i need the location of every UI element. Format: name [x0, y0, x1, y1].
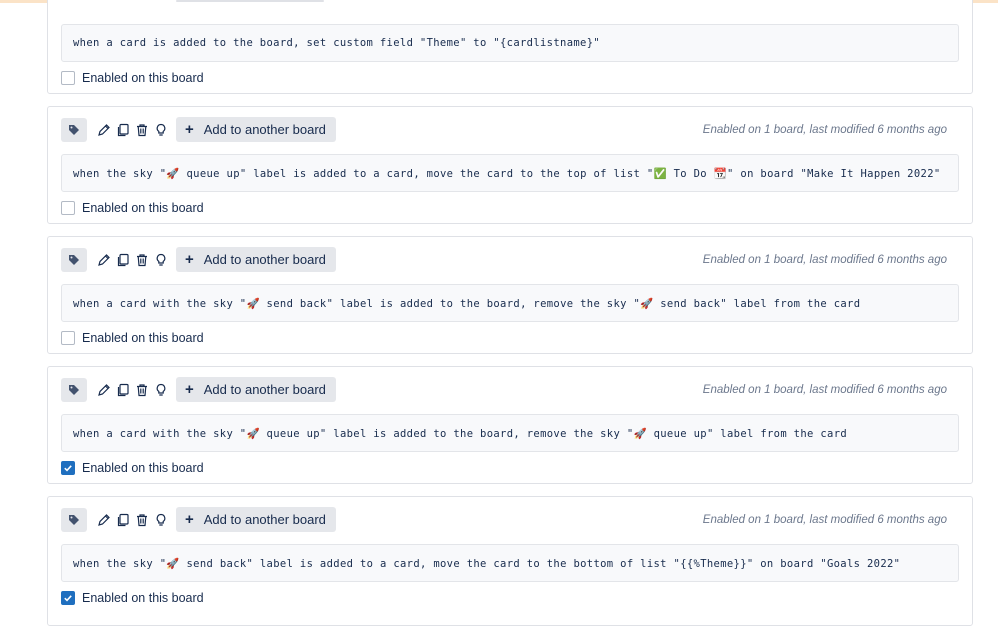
- enable-checkbox[interactable]: [61, 201, 75, 215]
- trash-icon: [136, 253, 147, 266]
- plus-icon: +: [185, 251, 194, 268]
- rule-text: when a card is added to the board, set c…: [61, 24, 959, 62]
- rule-toolbar: + Add to another board: [61, 117, 336, 142]
- rule-meta: Enabled on 1 board, last modified 6 mont…: [702, 254, 947, 266]
- enable-toggle[interactable]: Enabled on this board: [61, 331, 204, 345]
- checkmark-icon: [64, 595, 72, 602]
- enable-checkbox[interactable]: [61, 461, 75, 475]
- add-to-another-board-button[interactable]: + Add to another board: [176, 117, 336, 142]
- delete-button[interactable]: [132, 380, 151, 400]
- add-to-another-board-button[interactable]: + Add to another board: [176, 377, 336, 402]
- rule-text: when the sky "🚀 queue up" label is added…: [61, 154, 959, 192]
- enable-label: Enabled on this board: [82, 461, 204, 475]
- suggest-button[interactable]: [151, 120, 170, 140]
- edit-button[interactable]: [94, 250, 113, 270]
- rule-card: + Add to another board Enabled on 1 boar…: [47, 496, 973, 626]
- enable-label: Enabled on this board: [82, 331, 204, 345]
- partial-toolbar-edge: [176, 0, 324, 2]
- lightbulb-icon: [156, 383, 165, 396]
- rule-toolbar: + Add to another board: [61, 377, 336, 402]
- delete-button[interactable]: [132, 120, 151, 140]
- edit-button[interactable]: [94, 380, 113, 400]
- lightbulb-icon: [156, 513, 165, 526]
- edit-icon: [97, 123, 110, 136]
- add-to-another-board-button[interactable]: + Add to another board: [176, 507, 336, 532]
- edit-button[interactable]: [94, 120, 113, 140]
- trash-icon: [136, 513, 147, 526]
- rule-toolbar: + Add to another board: [61, 247, 336, 272]
- copy-button[interactable]: [113, 380, 132, 400]
- copy-icon: [117, 253, 129, 266]
- tag-icon: [69, 254, 79, 265]
- add-to-another-board-button[interactable]: + Add to another board: [176, 247, 336, 272]
- trash-icon: [136, 123, 147, 136]
- trash-icon: [136, 383, 147, 396]
- copy-icon: [117, 123, 129, 136]
- enable-toggle[interactable]: Enabled on this board: [61, 591, 204, 605]
- rule-meta: Enabled on 1 board, last modified 6 mont…: [702, 124, 947, 136]
- plus-icon: +: [185, 121, 194, 138]
- enable-checkbox[interactable]: [61, 71, 75, 85]
- suggest-button[interactable]: [151, 250, 170, 270]
- suggest-button[interactable]: [151, 510, 170, 530]
- enable-label: Enabled on this board: [82, 71, 204, 85]
- enable-label: Enabled on this board: [82, 201, 204, 215]
- lightbulb-icon: [156, 123, 165, 136]
- copy-button[interactable]: [113, 510, 132, 530]
- tag-button[interactable]: [61, 377, 87, 402]
- add-button-label: Add to another board: [203, 122, 326, 137]
- enable-toggle[interactable]: Enabled on this board: [61, 201, 204, 215]
- add-button-label: Add to another board: [203, 252, 326, 267]
- add-button-label: Add to another board: [203, 512, 326, 527]
- rule-toolbar: + Add to another board: [61, 507, 336, 532]
- tag-icon: [69, 124, 79, 135]
- plus-icon: +: [185, 381, 194, 398]
- suggest-button[interactable]: [151, 380, 170, 400]
- enable-label: Enabled on this board: [82, 591, 204, 605]
- copy-icon: [117, 513, 129, 526]
- enable-checkbox[interactable]: [61, 331, 75, 345]
- enable-toggle[interactable]: Enabled on this board: [61, 461, 204, 475]
- tag-icon: [69, 384, 79, 395]
- rule-card-partial: when a card is added to the board, set c…: [47, 0, 973, 94]
- tag-button[interactable]: [61, 247, 87, 272]
- copy-icon: [117, 383, 129, 396]
- tag-button[interactable]: [61, 117, 87, 142]
- add-button-label: Add to another board: [203, 382, 326, 397]
- edit-icon: [97, 253, 110, 266]
- delete-button[interactable]: [132, 250, 151, 270]
- rule-card: + Add to another board Enabled on 1 boar…: [47, 366, 973, 484]
- plus-icon: +: [185, 511, 194, 528]
- rule-text: when a card with the sky "🚀 send back" l…: [61, 284, 959, 322]
- enable-toggle[interactable]: Enabled on this board: [61, 71, 204, 85]
- rule-text: when the sky "🚀 send back" label is adde…: [61, 544, 959, 582]
- edit-icon: [97, 383, 110, 396]
- delete-button[interactable]: [132, 510, 151, 530]
- edit-button[interactable]: [94, 510, 113, 530]
- rule-meta: Enabled on 1 board, last modified 6 mont…: [702, 514, 947, 526]
- tag-icon: [69, 514, 79, 525]
- copy-button[interactable]: [113, 250, 132, 270]
- rule-meta: Enabled on 1 board, last modified 6 mont…: [702, 384, 947, 396]
- tag-button[interactable]: [61, 507, 87, 532]
- edit-icon: [97, 513, 110, 526]
- copy-button[interactable]: [113, 120, 132, 140]
- lightbulb-icon: [156, 253, 165, 266]
- rule-card: + Add to another board Enabled on 1 boar…: [47, 106, 973, 224]
- enable-checkbox[interactable]: [61, 591, 75, 605]
- checkmark-icon: [64, 465, 72, 472]
- rule-card: + Add to another board Enabled on 1 boar…: [47, 236, 973, 354]
- rule-text: when a card with the sky "🚀 queue up" la…: [61, 414, 959, 452]
